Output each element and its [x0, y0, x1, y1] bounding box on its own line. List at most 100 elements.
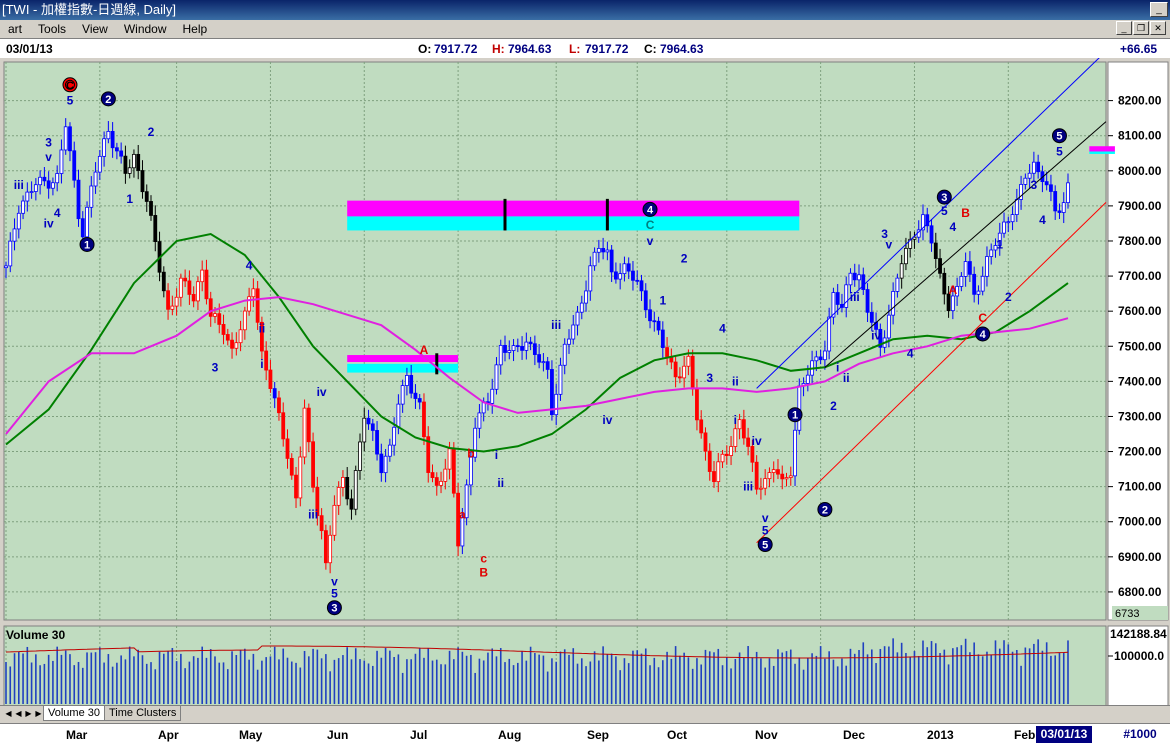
candle-body [886, 314, 891, 339]
candle-body [976, 290, 981, 295]
candle-body [370, 423, 375, 431]
candle-body [336, 487, 341, 506]
candle-body [805, 374, 810, 384]
candle-body [251, 288, 256, 298]
wave-label: 3 [941, 192, 947, 204]
candle-body [230, 339, 234, 349]
tab-prev-arrow-icon[interactable]: ◀ [14, 708, 23, 720]
wave-label: 5 [331, 587, 338, 601]
wave-label: i [734, 413, 737, 427]
candle-body [759, 487, 763, 490]
tab-next-arrow-icon[interactable]: ▶ [24, 708, 33, 720]
candle-body [110, 130, 115, 149]
child-close-button[interactable]: ✕ [1150, 21, 1166, 35]
candle-body [635, 279, 640, 282]
candle-body [127, 167, 132, 174]
candle-body [166, 290, 170, 310]
month-label-oct: Oct [667, 728, 688, 742]
volume-title: Volume 30 [6, 628, 65, 642]
candle-body [686, 355, 691, 367]
candle-body [498, 344, 503, 366]
candle-body [524, 341, 529, 351]
candle-body [477, 412, 482, 429]
candle-body [494, 364, 499, 390]
tab-last-arrow-icon[interactable]: ▶ [34, 708, 43, 720]
candle-body [8, 240, 13, 267]
candle-body [383, 455, 388, 474]
child-minimize-button[interactable]: _ [1116, 21, 1132, 35]
wave-label: A [949, 283, 958, 297]
menu-item-tools[interactable]: Tools [30, 22, 74, 36]
wave-label: 1 [659, 294, 666, 308]
price-chart[interactable]: 8200.00 8100.00 8000.00 7900.00 7800.00 7700.… [0, 58, 1170, 705]
candle-body [38, 176, 43, 186]
candle-body [68, 126, 72, 152]
tab-volume-30[interactable]: Volume 30 [43, 706, 105, 721]
menu-item-help[interactable]: Help [175, 22, 216, 36]
candle-body [648, 309, 652, 322]
candle-body [272, 388, 277, 399]
tab-first-arrow-icon[interactable]: ◀ [4, 708, 13, 720]
child-restore-button[interactable]: ❐ [1133, 21, 1149, 35]
wave-label: 1 [84, 239, 90, 251]
candle-body [985, 256, 989, 277]
candle-body [200, 269, 205, 283]
wave-label: 5 [67, 94, 74, 108]
wave-label: A [420, 343, 429, 357]
candle-body [191, 294, 196, 302]
candle-body [358, 441, 362, 471]
wave-label: i [260, 357, 263, 371]
candle-body [341, 477, 345, 488]
wave-label: 2 [148, 125, 155, 139]
candle-body [690, 355, 695, 390]
menu-item-view[interactable]: View [74, 22, 116, 36]
candle-body [328, 534, 333, 564]
candle-body [852, 272, 857, 281]
candle-body [899, 263, 904, 279]
candle-body [771, 469, 776, 473]
candle-body [362, 417, 367, 443]
candle-body [16, 212, 21, 230]
candle-body [699, 419, 704, 434]
candle-body [643, 290, 648, 311]
candle-body [682, 365, 687, 379]
candle-body [1023, 177, 1028, 185]
candle-body [132, 153, 136, 169]
volume-tick-label: 100000.0 [1114, 649, 1164, 663]
candle-body [170, 305, 175, 310]
candle-body [174, 296, 179, 307]
candle-body [285, 438, 290, 459]
candle-body [353, 470, 358, 510]
candle-body [507, 350, 512, 353]
candle-body [204, 269, 209, 300]
candle-body [528, 341, 533, 345]
candle-body [891, 291, 896, 316]
candle-body [255, 288, 260, 323]
month-label-2013: 2013 [927, 728, 954, 742]
candle-body [136, 153, 141, 171]
menu-item-window[interactable]: Window [116, 22, 175, 36]
candle-body [396, 403, 401, 428]
candle-body [814, 356, 819, 362]
wave-label: 1 [126, 192, 133, 206]
bar-count-badge: #1000 [1123, 727, 1157, 741]
candle-body [835, 292, 840, 305]
tab-time-clusters[interactable]: Time Clusters [104, 706, 182, 721]
candle-body [614, 271, 618, 280]
open-label: O: [418, 42, 432, 56]
wave-label: v [886, 237, 893, 251]
wave-label: b [467, 446, 474, 460]
candle-body [55, 173, 60, 184]
wave-label: 4 [647, 204, 654, 216]
minimize-button[interactable]: _ [1150, 2, 1168, 17]
candle-body [225, 334, 230, 341]
wave-label: iv [752, 434, 762, 448]
candle-body [196, 281, 200, 302]
candle-body [468, 456, 473, 486]
menu-item-art[interactable]: art [0, 22, 30, 36]
change-value: +66.65 [1120, 42, 1158, 56]
candle-body [584, 290, 588, 304]
wave-label: 3 [706, 371, 713, 385]
candle-body [289, 458, 294, 476]
wave-label: 3 [1031, 178, 1038, 192]
